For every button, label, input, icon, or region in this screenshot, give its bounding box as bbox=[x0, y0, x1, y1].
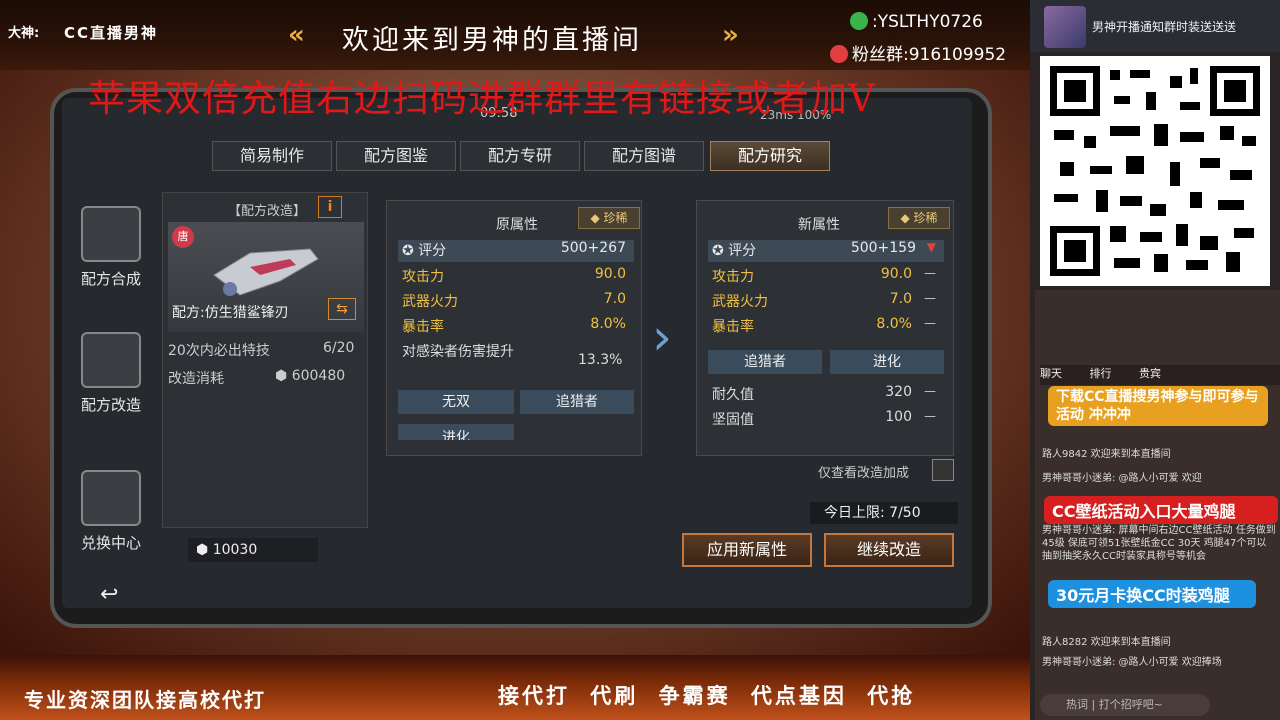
weapon-blade-icon bbox=[213, 248, 319, 296]
tab-rank[interactable]: 排行 bbox=[1090, 367, 1112, 380]
rarity-badge: 唐 bbox=[172, 226, 194, 248]
trait-tag: 追猎者 bbox=[520, 390, 634, 414]
attr-row: 耐久值 320— bbox=[712, 384, 936, 403]
ad-wallpaper[interactable]: CC壁纸活动入口大量鸡腿 bbox=[1044, 496, 1278, 524]
chat-tabs: 聊天 排行 贵宾 bbox=[1040, 365, 1280, 385]
swap-icon[interactable]: ⇆ bbox=[328, 298, 356, 320]
currency-balance: ⬢ 10030 bbox=[188, 538, 318, 562]
document-pen-icon bbox=[81, 332, 141, 388]
tab-formula-catalog[interactable]: 配方图鉴 bbox=[336, 141, 456, 171]
arrow-right-icon: › bbox=[652, 308, 672, 366]
daily-limit: 今日上限: 7/50 bbox=[810, 502, 958, 524]
fans-group: 粉丝群:916109952 bbox=[830, 40, 1006, 65]
sidebar: 配方合成 配方改造 兑换中心 bbox=[62, 190, 160, 570]
tab-formula-atlas[interactable]: 配方图谱 bbox=[584, 141, 704, 171]
guarantee-label: 20次内必出特技 bbox=[168, 343, 270, 359]
star-icon: ✪ 评分 bbox=[712, 243, 757, 259]
hexagon-coin-icon: ⬢ bbox=[196, 542, 213, 558]
extra-attr-value: 13.3% bbox=[578, 352, 623, 368]
ad-monthly-card[interactable]: 30元月卡换CC时装鸡腿 bbox=[1048, 580, 1256, 608]
chat-message: 男神哥哥小迷弟: @路人小可爱 欢迎 bbox=[1042, 473, 1202, 484]
bottom-left-text: 专业资深团队接高校代打 bbox=[24, 688, 266, 712]
host-name: CC直播男神 bbox=[64, 24, 159, 42]
tab-formula-research[interactable]: 配方研究 bbox=[710, 141, 830, 171]
weapon-name: 配方:仿生猎鲨锋刃 bbox=[172, 305, 289, 321]
guarantee-value: 6/20 bbox=[323, 340, 355, 356]
sidebar-label: 配方合成 bbox=[80, 270, 141, 288]
chat-message: 路人9842 欢迎来到本直播间 bbox=[1042, 449, 1171, 460]
group-avatar bbox=[1044, 6, 1086, 48]
only-view-label: 仅查看改造加成 bbox=[818, 466, 910, 481]
attr-row: 攻击力 90.0— bbox=[712, 266, 936, 285]
apply-new-attributes-button[interactable]: 应用新属性 bbox=[682, 533, 812, 567]
fans-icon bbox=[830, 45, 848, 63]
score-value: 500+267 bbox=[560, 240, 626, 256]
attr-row: 武器火力 7.0 bbox=[402, 291, 626, 310]
sidebar-label: 兑换中心 bbox=[80, 534, 141, 552]
sidebar-label: 配方改造 bbox=[80, 396, 141, 414]
rarity-tag: ◆ 珍稀 bbox=[578, 207, 640, 229]
welcome-text: 欢迎来到男神的直播间 bbox=[342, 25, 642, 56]
item-panel-title: 【配方改造】 bbox=[228, 204, 307, 219]
attr-row: 坚固值 100— bbox=[712, 409, 936, 428]
trait-tag: 进化 bbox=[830, 350, 944, 374]
chat-input[interactable]: 热词 | 打个招呼吧~ bbox=[1040, 694, 1210, 716]
score-value: 500+159 bbox=[850, 240, 916, 256]
new-header: 新属性 bbox=[798, 217, 840, 233]
wechat-id: :YSLTHY0726 bbox=[850, 12, 983, 32]
cost-value: ⬢ 600480 bbox=[275, 368, 346, 384]
sidebar-item-modify[interactable]: 配方改造 bbox=[62, 332, 160, 415]
star-icon: ✪ 评分 bbox=[402, 243, 447, 259]
extra-attr-label: 对感染者伤害提升 bbox=[402, 344, 514, 360]
trait-tag: 追猎者 bbox=[708, 350, 822, 374]
sidebar-item-exchange[interactable]: 兑换中心 bbox=[62, 470, 160, 553]
new-score-row: ✪ 评分 500+159 ▼ bbox=[708, 240, 944, 262]
hexagon-coin-icon: ⬢ bbox=[275, 368, 292, 384]
trait-tag: 无双 bbox=[398, 390, 514, 414]
ad-download[interactable]: 下载CC直播搜男神参与即可参与活动 冲冲冲 bbox=[1048, 386, 1268, 426]
bottom-right-text: 接代打 代刷 争霸赛 代点基因 代抢 bbox=[498, 684, 916, 708]
attr-row: 暴击率 8.0% bbox=[402, 316, 626, 335]
trait-tag: 进化 bbox=[398, 424, 514, 440]
info-button[interactable]: i bbox=[318, 196, 342, 218]
original-score-row: ✪ 评分 500+267 bbox=[398, 240, 634, 262]
attr-row: 暴击率 8.0% — bbox=[712, 316, 936, 335]
chat-message: 路人8282 欢迎来到本直播间 bbox=[1042, 637, 1171, 648]
chevron-right-icon: » bbox=[722, 20, 739, 50]
tab-simple-craft[interactable]: 简易制作 bbox=[212, 141, 332, 171]
back-icon[interactable]: ↩ bbox=[100, 582, 118, 607]
qr-code-icon bbox=[1050, 66, 1260, 276]
cost-label: 改造消耗 bbox=[168, 371, 224, 387]
tab-formula-study[interactable]: 配方专研 bbox=[460, 141, 580, 171]
chat-message: 男神哥哥小迷弟: @路人小可爱 欢迎捧场 bbox=[1042, 657, 1222, 668]
rarity-tag: ◆ 珍稀 bbox=[888, 207, 950, 229]
chat-message: 男神哥哥小迷弟: 屏幕中间右边CC壁纸活动 任务做到45级 保底可领51张壁纸金… bbox=[1042, 525, 1276, 562]
continue-modify-button[interactable]: 继续改造 bbox=[824, 533, 954, 567]
shopping-bag-icon bbox=[81, 470, 141, 526]
down-arrow-icon: ▼ bbox=[926, 240, 936, 254]
sidebar-item-synthesis[interactable]: 配方合成 bbox=[62, 206, 160, 289]
tab-chat[interactable]: 聊天 bbox=[1040, 367, 1062, 380]
attr-row: 攻击力 90.0 bbox=[402, 266, 626, 285]
only-view-checkbox[interactable] bbox=[932, 459, 954, 481]
tab-vip[interactable]: 贵宾 bbox=[1139, 367, 1161, 380]
wechat-icon bbox=[850, 12, 868, 30]
printer-icon bbox=[81, 206, 141, 262]
host-label: 大神: bbox=[8, 26, 40, 41]
original-header: 原属性 bbox=[496, 217, 538, 233]
promo-headline: 苹果双倍充值右边扫码进群群里有链接或者加V bbox=[88, 77, 876, 120]
notice-text: 男神开播通知群时装送送送 bbox=[1092, 20, 1237, 34]
attr-row: 武器火力 7.0— bbox=[712, 291, 936, 310]
